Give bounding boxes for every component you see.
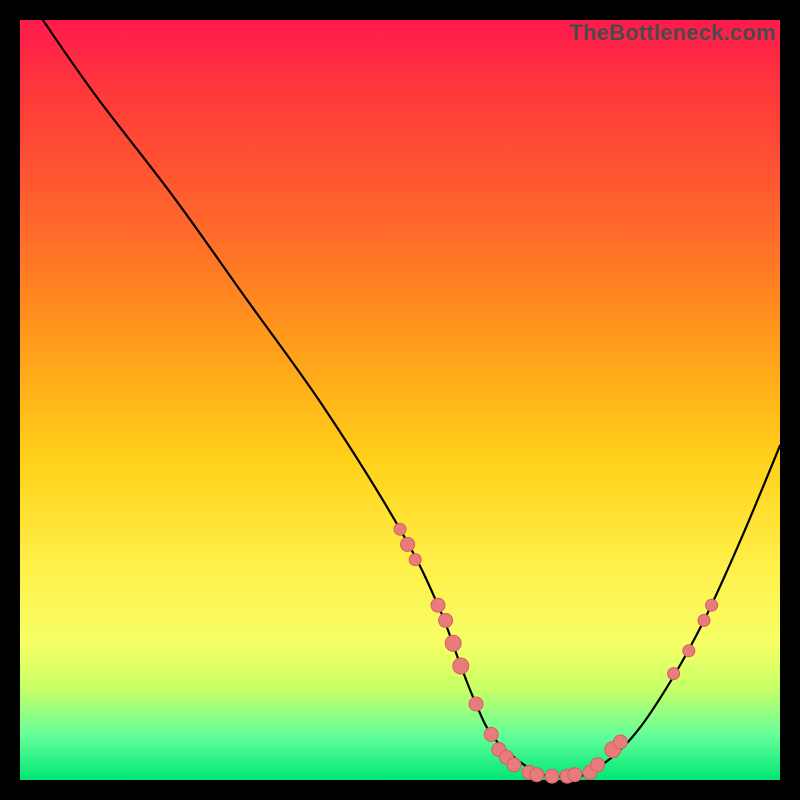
data-marker <box>469 697 483 711</box>
data-marker <box>484 727 498 741</box>
data-marker <box>545 769 559 783</box>
data-marker <box>401 537 415 551</box>
data-marker <box>445 635 461 651</box>
data-marker <box>698 614 710 626</box>
data-markers <box>394 523 718 783</box>
data-marker <box>668 668 680 680</box>
data-marker <box>507 758 521 772</box>
data-marker <box>453 658 469 674</box>
chart-overlay <box>20 20 780 780</box>
data-marker <box>409 554 421 566</box>
data-marker <box>431 598 445 612</box>
bottleneck-curve <box>43 20 780 777</box>
data-marker <box>439 613 453 627</box>
data-marker <box>394 523 406 535</box>
data-marker <box>706 599 718 611</box>
data-marker <box>683 645 695 657</box>
data-marker <box>591 758 605 772</box>
chart-frame: TheBottleneck.com <box>20 20 780 780</box>
data-marker <box>568 768 582 782</box>
data-marker <box>530 768 544 782</box>
data-marker <box>613 735 627 749</box>
